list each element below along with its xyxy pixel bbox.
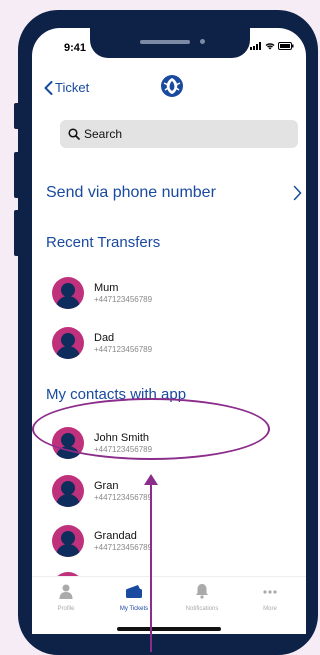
tickets-icon bbox=[126, 585, 142, 598]
tab-label: Profile bbox=[57, 606, 75, 612]
back-label: Ticket bbox=[55, 80, 90, 95]
phone-side-button bbox=[14, 152, 20, 198]
tab-label: Notifications bbox=[185, 606, 219, 612]
chevron-right-icon bbox=[293, 185, 302, 201]
avatar bbox=[52, 327, 84, 359]
contact-phone: +447123456789 bbox=[94, 345, 153, 354]
highlight-ellipse bbox=[32, 398, 270, 460]
back-button[interactable]: Ticket bbox=[44, 80, 89, 95]
home-indicator bbox=[117, 627, 221, 631]
send-via-phone-label: Send via phone number bbox=[46, 184, 216, 201]
avatar bbox=[52, 525, 84, 557]
chevron-left-icon bbox=[44, 80, 53, 95]
system-icons bbox=[250, 42, 294, 50]
camera bbox=[200, 39, 205, 44]
tab-profile[interactable]: Profile bbox=[32, 583, 100, 612]
annotation-arrow bbox=[150, 484, 152, 652]
contact-row[interactable]: Gran +447123456789 bbox=[52, 474, 152, 508]
phone-side-button bbox=[14, 210, 20, 256]
avatar bbox=[52, 475, 84, 507]
bell-icon bbox=[196, 584, 208, 599]
send-via-phone-row[interactable]: Send via phone number bbox=[46, 178, 302, 208]
search-input[interactable]: Search bbox=[60, 120, 298, 148]
contact-row[interactable]: Grandad +447123456789 bbox=[52, 524, 152, 558]
notch bbox=[90, 28, 250, 58]
contact-phone: +447123456789 bbox=[94, 493, 153, 502]
profile-icon bbox=[59, 584, 73, 599]
tab-label: More bbox=[263, 606, 277, 612]
tab-label: My Tickets bbox=[119, 606, 149, 612]
contact-phone: +447123456789 bbox=[94, 295, 153, 304]
tab-more[interactable]: More bbox=[236, 583, 304, 612]
thistle-logo-icon bbox=[161, 75, 183, 97]
tab-my-tickets[interactable]: My Tickets bbox=[100, 583, 168, 612]
nav-bar: Ticket bbox=[32, 68, 306, 108]
search-icon bbox=[68, 128, 80, 140]
tab-bar: Profile My Tickets Notifications More bbox=[32, 576, 306, 634]
contact-row[interactable]: Dad +447123456789 bbox=[52, 326, 152, 360]
recent-transfers-heading: Recent Transfers bbox=[46, 234, 161, 251]
status-time: 9:41 bbox=[64, 42, 87, 54]
signal-icon bbox=[250, 42, 261, 50]
more-icon bbox=[263, 590, 277, 594]
search-label: Search bbox=[84, 127, 123, 141]
battery-icon bbox=[278, 42, 294, 50]
tab-notifications[interactable]: Notifications bbox=[168, 583, 236, 612]
contact-name: Mum bbox=[94, 282, 119, 294]
contact-name: Dad bbox=[94, 332, 115, 344]
wifi-icon bbox=[265, 43, 275, 50]
speaker bbox=[140, 40, 190, 44]
phone-side-button bbox=[14, 103, 20, 129]
status-bar: 9:41 bbox=[32, 28, 306, 62]
avatar bbox=[52, 277, 84, 309]
app-screen: 9:41 Ticket Search Send via phone number… bbox=[32, 28, 306, 634]
contact-phone: +447123456789 bbox=[94, 543, 153, 552]
contact-row[interactable]: Mum +447123456789 bbox=[52, 276, 152, 310]
contact-name: Grandad bbox=[94, 530, 137, 542]
